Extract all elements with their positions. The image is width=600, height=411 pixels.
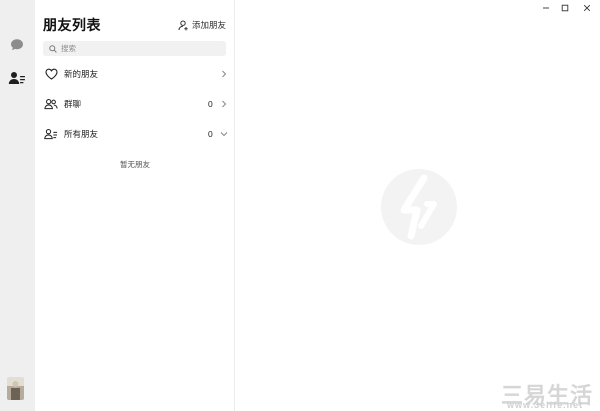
search-input[interactable]	[61, 42, 221, 55]
add-person-icon	[178, 20, 188, 30]
minimize-button[interactable]	[539, 2, 553, 14]
watermark: 三易生活 www.3elife.net	[497, 378, 600, 411]
close-icon	[583, 4, 591, 12]
list-item-count: 0	[208, 129, 213, 139]
group-icon	[44, 97, 58, 111]
nav-friends-button[interactable]	[5, 66, 29, 90]
avatar[interactable]	[7, 377, 24, 400]
minimize-icon	[543, 7, 549, 9]
list-item-all-friends[interactable]: 所有朋友 0	[35, 120, 235, 148]
add-friend-label: 添加朋友	[192, 20, 227, 30]
friend-list-panel: 朋友列表 添加朋友 新的朋友	[35, 0, 235, 411]
list-item-group-chats[interactable]: 群聊 0	[35, 90, 235, 118]
maximize-icon	[561, 4, 569, 12]
lightning-logo-icon	[380, 168, 458, 246]
watermark-url: www.3elife.net	[507, 400, 584, 410]
main-content	[236, 0, 600, 411]
nav-rail	[0, 0, 35, 411]
list-item-new-friends[interactable]: 新的朋友	[35, 60, 235, 88]
nav-chat-button[interactable]	[5, 33, 29, 57]
heart-icon	[44, 67, 58, 81]
contacts-icon	[8, 72, 25, 84]
list-item-label: 所有朋友	[64, 129, 99, 139]
list-item-label: 群聊	[64, 99, 82, 109]
maximize-button[interactable]	[558, 2, 572, 14]
contacts-icon	[44, 127, 58, 141]
close-button[interactable]	[580, 2, 594, 14]
add-friend-button[interactable]: 添加朋友	[178, 17, 226, 33]
chevron-down-icon	[220, 130, 228, 138]
chat-bubble-icon	[11, 39, 23, 51]
search-box[interactable]	[43, 41, 226, 56]
list-item-count: 0	[208, 99, 213, 109]
empty-state-text: 暂无朋友	[120, 160, 150, 169]
search-icon	[49, 44, 57, 53]
chevron-right-icon	[220, 100, 228, 108]
chevron-right-icon	[220, 70, 228, 78]
avatar-image	[7, 377, 24, 400]
list-item-label: 新的朋友	[64, 69, 99, 79]
page-title: 朋友列表	[43, 17, 101, 33]
